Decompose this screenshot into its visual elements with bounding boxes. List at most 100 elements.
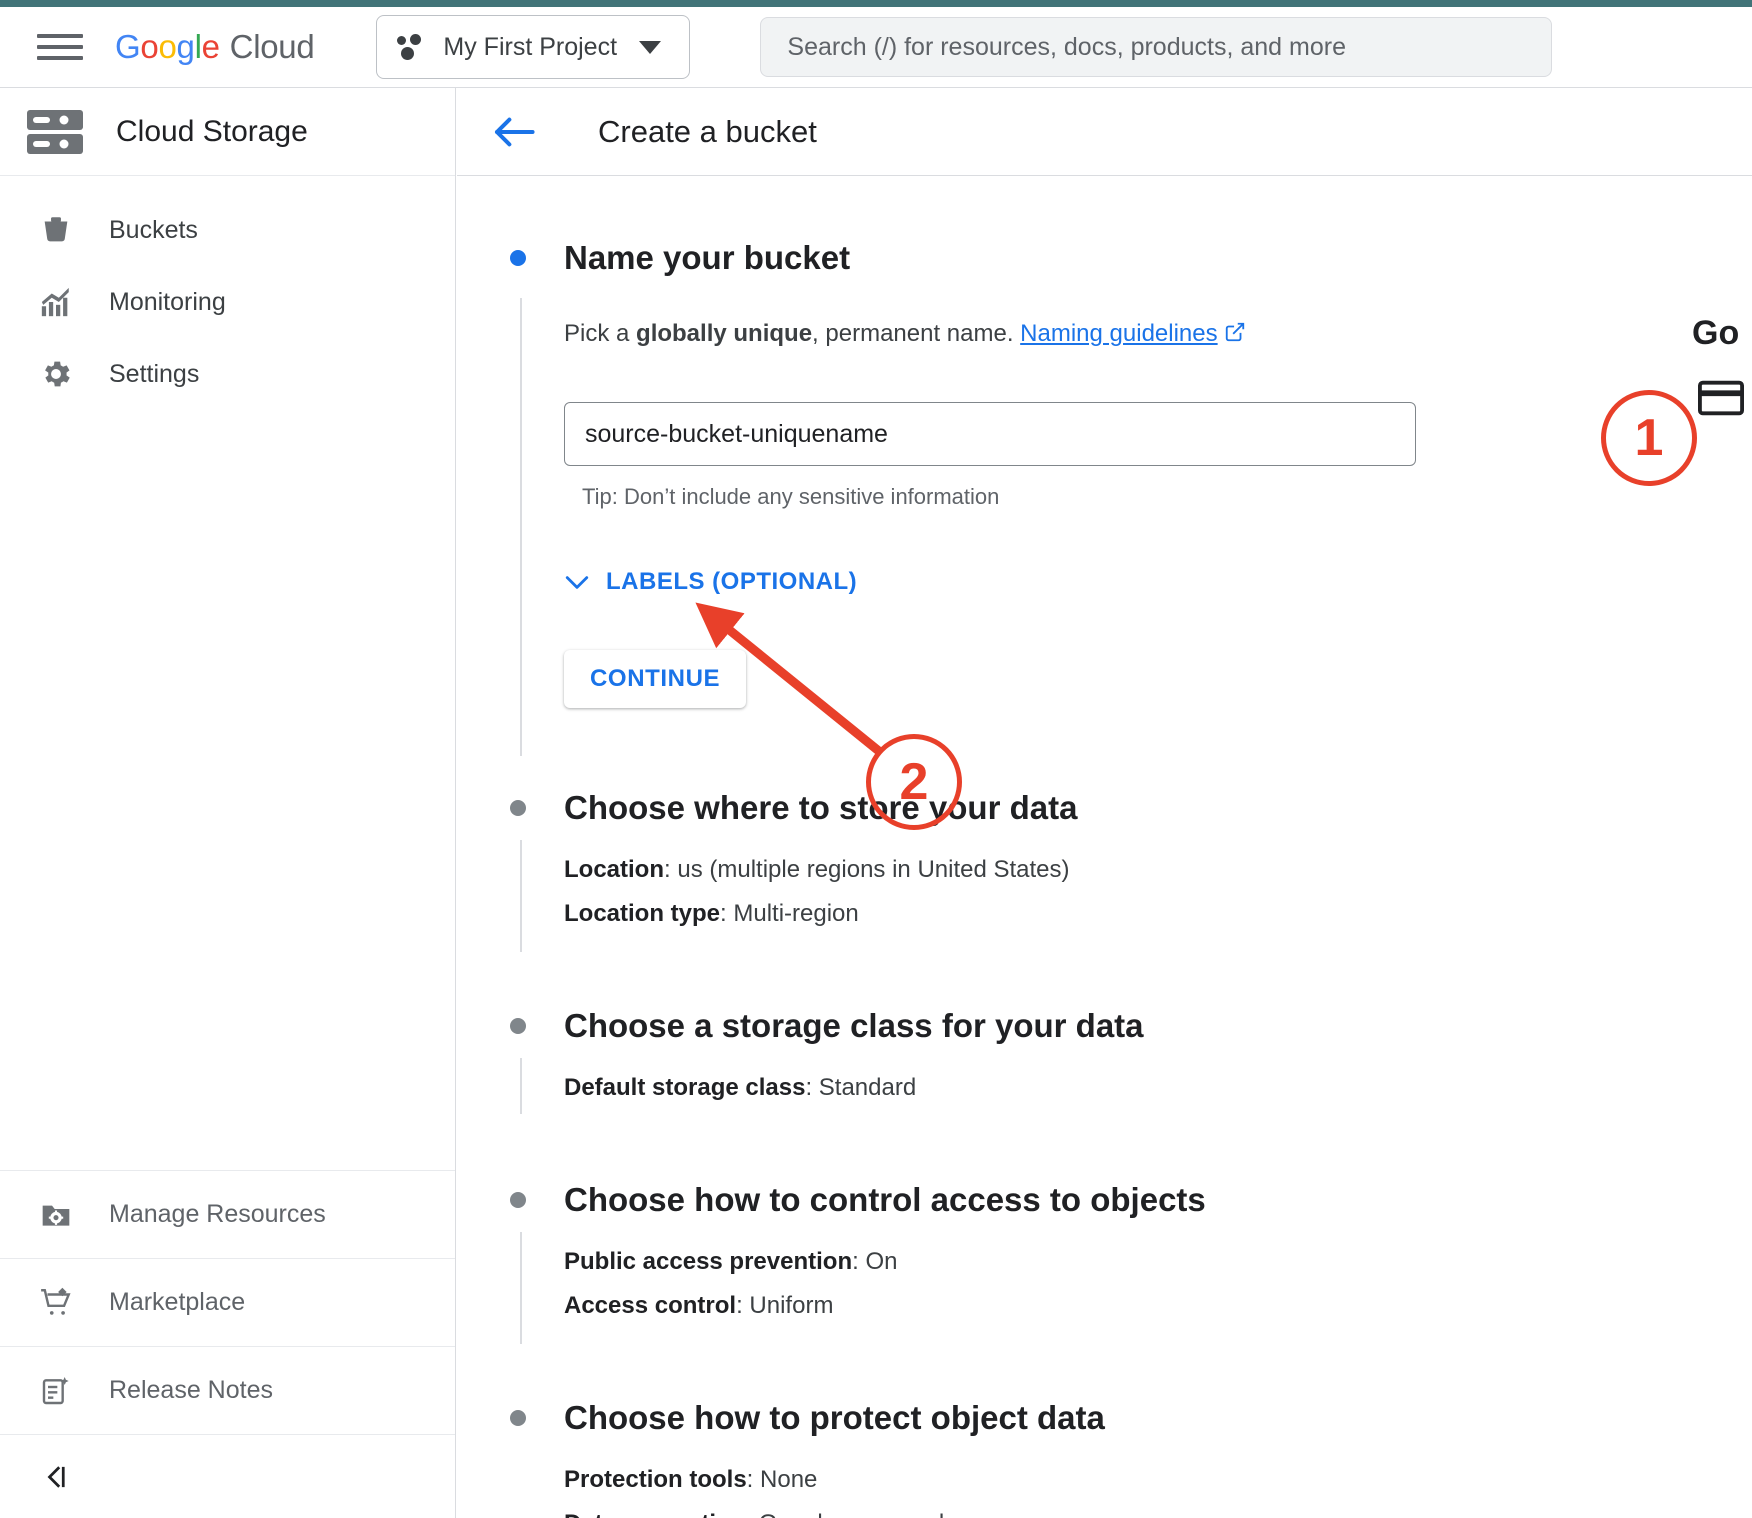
top-accent-strip	[0, 0, 1752, 7]
chart-monitoring-icon	[36, 282, 76, 322]
project-dots-icon	[397, 34, 427, 60]
sidebar-product-title: Cloud Storage	[116, 114, 308, 148]
summary-row: Location: us (multiple regions in United…	[564, 856, 1070, 883]
project-name: My First Project	[443, 32, 618, 61]
sidebar-item-manage-resources[interactable]: Manage Resources	[0, 1170, 455, 1258]
summary-value: Multi-region	[733, 900, 859, 927]
step-bullet-active	[510, 250, 526, 266]
summary-value: Google-managed	[759, 1510, 944, 1518]
section-choose-location: Choose where to store your data Location…	[457, 782, 1752, 952]
step-bullet	[510, 1192, 526, 1208]
sidebar-item-label: Marketplace	[109, 1288, 246, 1316]
summary-key: Location	[564, 856, 664, 883]
sidebar-item-monitoring[interactable]: Monitoring	[0, 266, 455, 338]
section-rail	[520, 840, 522, 952]
summary-row: Public access prevention: On	[564, 1248, 898, 1275]
description-bold: globally unique	[636, 320, 813, 347]
sidebar-nav-list: Buckets Monitoring Settings	[0, 176, 455, 410]
summary-key: Public access prevention	[564, 1248, 853, 1275]
description-prefix: Pick a	[564, 320, 637, 347]
project-picker[interactable]: My First Project	[376, 15, 691, 79]
google-cloud-logo[interactable]: Google Cloud	[115, 28, 315, 66]
annotation-number: 2	[899, 753, 929, 811]
sidebar-item-buckets[interactable]: Buckets	[0, 194, 455, 266]
summary-key: Default storage class	[564, 1074, 806, 1101]
section-title: Name your bucket	[564, 239, 851, 276]
step-bullet	[510, 1410, 526, 1426]
sidebar-item-label: Settings	[109, 359, 200, 388]
app-root: Google Cloud My First Project Search (/)…	[0, 0, 1752, 1518]
sidebar-item-settings[interactable]: Settings	[0, 338, 455, 410]
section-title: Choose a storage class for your data	[564, 1007, 1144, 1044]
section-header[interactable]: Choose a storage class for your data	[457, 1000, 1752, 1052]
folder-gear-icon	[36, 1195, 76, 1235]
external-link-icon[interactable]	[1224, 321, 1246, 350]
summary-value: None	[760, 1466, 818, 1493]
summary-value: Standard	[818, 1074, 917, 1101]
labels-toggle-label: LABELS (OPTIONAL)	[606, 568, 858, 595]
cloud-wordmark: Cloud	[229, 28, 315, 65]
left-sidebar: Cloud Storage Buckets Monitoring Setting…	[0, 88, 456, 1518]
section-title: Choose where to store your data	[564, 789, 1078, 826]
top-navigation-bar: Google Cloud My First Project	[0, 7, 1752, 88]
hamburger-menu-icon[interactable]	[37, 30, 83, 64]
labels-optional-toggle[interactable]: LABELS (OPTIONAL)	[564, 568, 857, 596]
summary-row: Protection tools: None	[564, 1466, 818, 1493]
section-name-your-bucket: Name your bucket Pick a globally unique,…	[457, 176, 1752, 756]
section-header[interactable]: Choose how to protect object data	[457, 1392, 1752, 1444]
sidebar-bottom-nav: Manage Resources Marketplace Release Not…	[0, 1170, 455, 1518]
back-arrow-icon[interactable]	[492, 115, 536, 149]
collapse-panel-icon[interactable]	[0, 1434, 455, 1518]
description-suffix: , permanent name.	[812, 320, 1021, 347]
sidebar-item-release-notes[interactable]: Release Notes	[0, 1346, 455, 1434]
main-content: Create a bucket Name your bucket Pick a …	[457, 88, 1752, 1518]
step-bullet	[510, 1018, 526, 1034]
sidebar-item-label: Manage Resources	[109, 1200, 326, 1228]
section-rail	[520, 1232, 522, 1344]
section-description: Pick a globally unique, permanent name. …	[564, 320, 1752, 350]
section-header[interactable]: Choose how to control access to objects	[457, 1174, 1752, 1226]
bucket-name-tip: Tip: Don’t include any sensitive informa…	[582, 484, 1000, 509]
annotation-number: 1	[1634, 409, 1664, 467]
search-input[interactable]	[785, 31, 1528, 63]
bucket-icon	[36, 210, 76, 250]
create-bucket-form: Name your bucket Pick a globally unique,…	[457, 176, 1752, 1518]
shopping-cart-icon	[36, 1283, 76, 1323]
section-rail	[520, 298, 522, 756]
gear-icon	[36, 354, 76, 394]
section-title: Choose how to protect object data	[564, 1399, 1105, 1436]
sidebar-product-header: Cloud Storage	[0, 88, 455, 176]
storage-server-icon	[26, 109, 84, 155]
notes-sparkle-icon	[36, 1371, 76, 1411]
summary-key: Location type	[564, 900, 721, 927]
section-rail	[520, 1058, 522, 1114]
naming-guidelines-link[interactable]: Naming guidelines	[1020, 320, 1217, 347]
summary-key: Data encryption	[564, 1510, 745, 1518]
global-search-box[interactable]	[760, 17, 1553, 77]
google-wordmark: Google	[115, 28, 220, 65]
section-header[interactable]: Choose where to store your data	[457, 782, 1752, 834]
bucket-name-input[interactable]	[564, 402, 1416, 466]
chevron-down-icon	[639, 40, 662, 54]
summary-row: Data encryption: Google-managed	[564, 1510, 1752, 1518]
section-protect-object-data: Choose how to protect object data Protec…	[457, 1392, 1752, 1518]
sidebar-item-marketplace[interactable]: Marketplace	[0, 1258, 455, 1346]
chevron-down-icon	[564, 573, 590, 591]
summary-value: Uniform	[749, 1292, 834, 1319]
sidebar-item-label: Buckets	[109, 215, 198, 244]
section-title: Choose how to control access to objects	[564, 1181, 1206, 1218]
annotation-marker-1: 1	[1601, 390, 1697, 486]
summary-row: Default storage class: Standard	[564, 1074, 917, 1101]
continue-button[interactable]: CONTINUE	[564, 650, 747, 708]
summary-row: Access control: Uniform	[564, 1292, 834, 1319]
summary-key: Access control	[564, 1292, 737, 1319]
annotation-marker-2: 2	[866, 734, 962, 830]
page-header: Create a bucket	[457, 88, 1752, 176]
summary-key: Protection tools	[564, 1466, 747, 1493]
sidebar-item-label: Release Notes	[109, 1376, 273, 1404]
section-storage-class: Choose a storage class for your data Def…	[457, 1000, 1752, 1114]
sidebar-item-label: Monitoring	[109, 287, 226, 316]
section-access-control: Choose how to control access to objects …	[457, 1174, 1752, 1344]
section-header: Name your bucket	[457, 228, 1752, 288]
summary-row: Location type: Multi-region	[564, 900, 859, 927]
